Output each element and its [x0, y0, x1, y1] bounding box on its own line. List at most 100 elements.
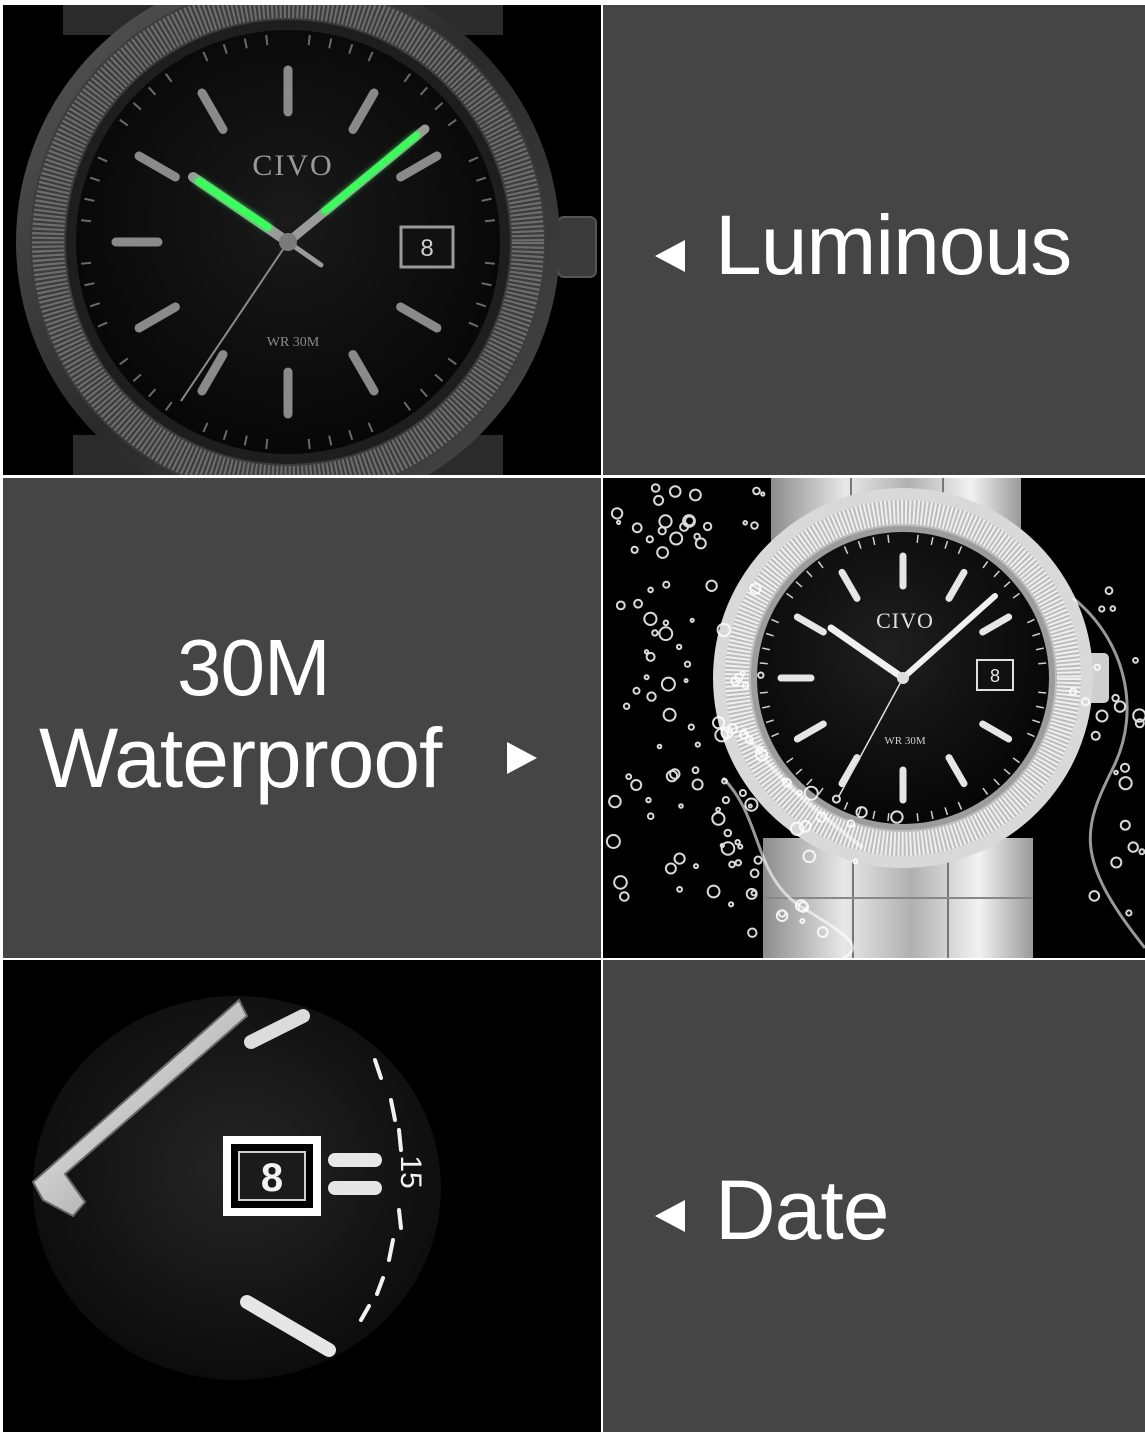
water-droplet	[723, 828, 733, 838]
water-droplet	[737, 843, 744, 850]
date-feature-panel: Date	[603, 960, 1145, 1432]
water-droplet	[675, 643, 683, 651]
arrow-right-icon	[507, 742, 537, 774]
luminous-watch-photo: 8 CIVO WR 30M	[3, 5, 601, 475]
arrow-left-icon	[655, 1200, 685, 1232]
feature-grid: 8 CIVO WR 30M Luminous 30M Waterproof 8 …	[0, 0, 1145, 1432]
dial-minute-tick	[887, 813, 890, 822]
water-droplet	[656, 743, 663, 750]
water-droplet	[738, 789, 747, 797]
water-droplet	[1104, 586, 1114, 596]
dial-minute-tick	[265, 35, 269, 46]
waterproof-depth-label: 30M	[177, 623, 331, 712]
water-droplet	[662, 619, 670, 627]
dial-minute-tick	[887, 534, 890, 543]
water-droplet	[643, 674, 650, 681]
water-droplet	[630, 545, 639, 554]
dial-minute-tick	[484, 219, 495, 223]
water-droplet	[1127, 841, 1139, 853]
water-droplet	[683, 678, 689, 684]
water-droplet	[651, 629, 659, 637]
water-droplet	[645, 535, 654, 544]
water-droplet	[608, 794, 622, 809]
water-droplet	[1111, 693, 1120, 703]
water-droplet	[1090, 730, 1101, 741]
waterproof-date-digit: 8	[990, 666, 1000, 686]
water-droplet	[1119, 819, 1131, 831]
water-droplet	[658, 626, 674, 642]
water-droplet	[691, 778, 704, 791]
dial-minute-tick	[81, 261, 92, 265]
waterproof-brand-text: CIVO	[876, 608, 934, 633]
water-droplet	[1109, 605, 1117, 612]
water-droplet	[625, 773, 633, 781]
water-droplet	[613, 875, 628, 890]
water-droplet	[622, 702, 631, 710]
water-droplet	[1134, 718, 1145, 729]
water-droplet	[684, 515, 696, 527]
dial-minute-tick	[484, 261, 495, 265]
waterproof-wr-text: WR 30M	[884, 735, 925, 747]
water-droplet	[678, 803, 684, 809]
luminous-feature-panel: Luminous	[603, 5, 1145, 475]
water-droplet	[658, 514, 673, 529]
water-droplet	[689, 488, 702, 502]
dial-minute-tick	[397, 1208, 403, 1230]
water-droplet	[657, 526, 667, 536]
water-droplet	[1118, 776, 1133, 791]
water-droplet	[750, 521, 759, 530]
dial-minute-tick	[81, 219, 92, 223]
water-droplet	[734, 839, 741, 846]
water-droplet	[633, 598, 643, 609]
water-droplet	[1138, 848, 1145, 856]
date-window-digit: 8	[261, 1156, 283, 1200]
dial-minute-tick	[397, 1128, 403, 1152]
water-droplet	[705, 579, 718, 593]
water-droplet	[1113, 700, 1127, 713]
water-droplet	[1095, 709, 1109, 723]
dial-minute-tick	[265, 438, 269, 449]
luminous-date-digit: 8	[420, 235, 433, 262]
water-droplet	[734, 859, 743, 867]
luminous-label: Luminous	[715, 198, 1072, 292]
water-droplet	[715, 806, 721, 813]
water-droplet	[691, 766, 700, 775]
water-droplet	[664, 862, 677, 875]
water-droplet	[653, 494, 665, 506]
water-droplet	[615, 600, 626, 611]
water-droplet	[665, 769, 679, 783]
water-droplet	[630, 779, 643, 791]
water-droplet	[694, 741, 701, 748]
water-droplet	[676, 886, 683, 893]
water-droplet	[1125, 909, 1133, 917]
water-droplet	[753, 855, 763, 865]
water-droplet	[752, 486, 761, 496]
water-droplet	[693, 863, 699, 870]
water-droplet	[632, 686, 641, 695]
water-droplet	[631, 522, 643, 534]
water-droplet	[645, 796, 652, 804]
water-droplet	[656, 546, 669, 559]
water-droplet	[702, 521, 713, 532]
water-droplet	[616, 519, 622, 526]
date-closeup-photo: 15 8	[3, 960, 601, 1432]
dial-minute-tick	[759, 662, 768, 665]
waterproof-label: Waterproof	[39, 711, 442, 805]
water-droplet	[706, 884, 721, 899]
dial-minute-tick	[1038, 691, 1047, 694]
water-droplet	[1098, 605, 1106, 613]
waterproof-feature-panel: 30M Waterproof	[3, 478, 601, 958]
water-droplet	[1132, 657, 1139, 664]
water-droplet	[669, 531, 684, 546]
water-droplet	[694, 537, 707, 550]
luminous-brand-text: CIVO	[252, 149, 333, 182]
water-droplet	[1119, 762, 1131, 773]
date-bezel-number: 15	[394, 1155, 427, 1188]
water-droplet	[749, 868, 760, 879]
water-droplet	[721, 796, 731, 805]
water-droplet	[689, 617, 695, 623]
water-droplet	[673, 852, 686, 865]
water-droplet	[728, 901, 735, 908]
date-label: Date	[715, 1163, 889, 1257]
water-droplet	[742, 520, 748, 526]
